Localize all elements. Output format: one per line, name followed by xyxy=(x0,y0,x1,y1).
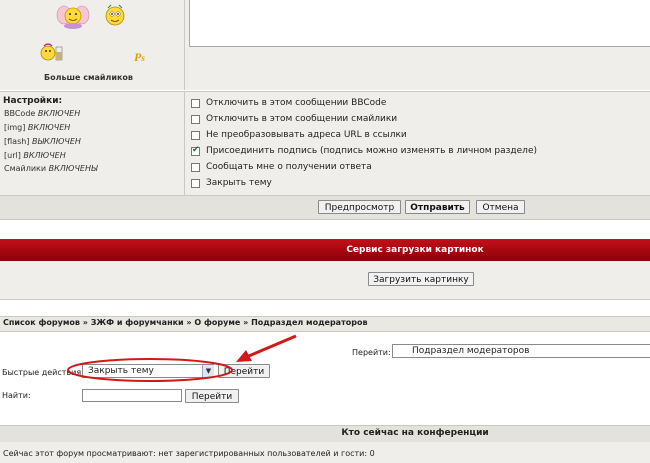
message-textarea[interactable] xyxy=(189,0,650,47)
option-checkbox-disable-smilies[interactable] xyxy=(191,115,200,124)
jump-label: Перейти: xyxy=(352,348,391,357)
option-label: Отключить в этом сообщении BBCode xyxy=(206,98,387,108)
option-label: Присоединить подпись (подпись можно изме… xyxy=(206,146,537,156)
setting-img: [img] ВКЛЮЧЕН xyxy=(4,123,71,132)
smiley-drinking-icon[interactable] xyxy=(38,42,66,64)
online-text: Сейчас этот форум просматривают: нет зар… xyxy=(3,449,375,458)
option-checkbox-attach-signature[interactable] xyxy=(191,145,200,156)
upload-panel xyxy=(0,261,650,300)
search-go-button[interactable]: Перейти xyxy=(185,389,239,403)
submit-button[interactable]: Отправить xyxy=(405,200,470,214)
search-label: Найти: xyxy=(2,391,31,400)
search-input[interactable] xyxy=(82,389,182,402)
breadcrumb-separator: » xyxy=(79,318,91,327)
breadcrumb-item-forums[interactable]: Список форумов xyxy=(3,318,80,327)
jump-select-value: Подраздел модераторов xyxy=(412,346,530,356)
setting-smilies: Смайлики ВКЛЮЧЕНЫ xyxy=(4,164,98,173)
upload-title: Сервис загрузки картинок xyxy=(346,245,484,255)
breadcrumb-separator: » xyxy=(240,318,252,327)
setting-url: [url] ВКЛЮЧЕН xyxy=(4,151,66,160)
option-checkbox-disable-bbcode[interactable] xyxy=(191,99,200,108)
option-checkbox-lock-topic[interactable] xyxy=(191,179,200,188)
cancel-button[interactable]: Отмена xyxy=(476,200,525,214)
smiley-face-icon[interactable] xyxy=(102,2,128,28)
breadcrumb-item-category[interactable]: ЗЖФ и форумчанки xyxy=(91,318,184,327)
breadcrumb-separator: » xyxy=(183,318,195,327)
settings-title: Настройки: xyxy=(3,96,63,106)
option-checkbox-notify-reply[interactable] xyxy=(191,163,200,172)
breadcrumb-item-forum[interactable]: О форуме xyxy=(194,318,240,327)
option-label: Не преобразовывать адреса URL в ссылки xyxy=(206,130,407,140)
smiley-ps-icon[interactable]: Ps xyxy=(134,50,145,65)
option-label: Отключить в этом сообщении смайлики xyxy=(206,114,398,124)
setting-flash: [flash] ВЫКЛЮЧЕН xyxy=(4,137,81,146)
preview-button[interactable]: Предпросмотр xyxy=(318,200,401,214)
breadcrumb-item-subforum[interactable]: Подраздел модераторов xyxy=(251,318,367,327)
more-smilies-link[interactable]: Больше смайликов xyxy=(44,73,133,82)
smiley-angel-icon[interactable] xyxy=(56,0,90,30)
upload-image-button[interactable]: Загрузить картинку xyxy=(368,272,474,286)
annotation-highlight xyxy=(67,334,297,382)
option-label: Сообщать мне о получении ответа xyxy=(206,162,372,172)
setting-bbcode: BBCode ВКЛЮЧЕН xyxy=(4,109,81,118)
option-label: Закрыть тему xyxy=(206,178,272,188)
breadcrumb: Список форумов » ЗЖФ и форумчанки » О фо… xyxy=(3,318,368,327)
online-title: Кто сейчас на конференции xyxy=(341,428,489,438)
option-checkbox-disable-url[interactable] xyxy=(191,131,200,140)
